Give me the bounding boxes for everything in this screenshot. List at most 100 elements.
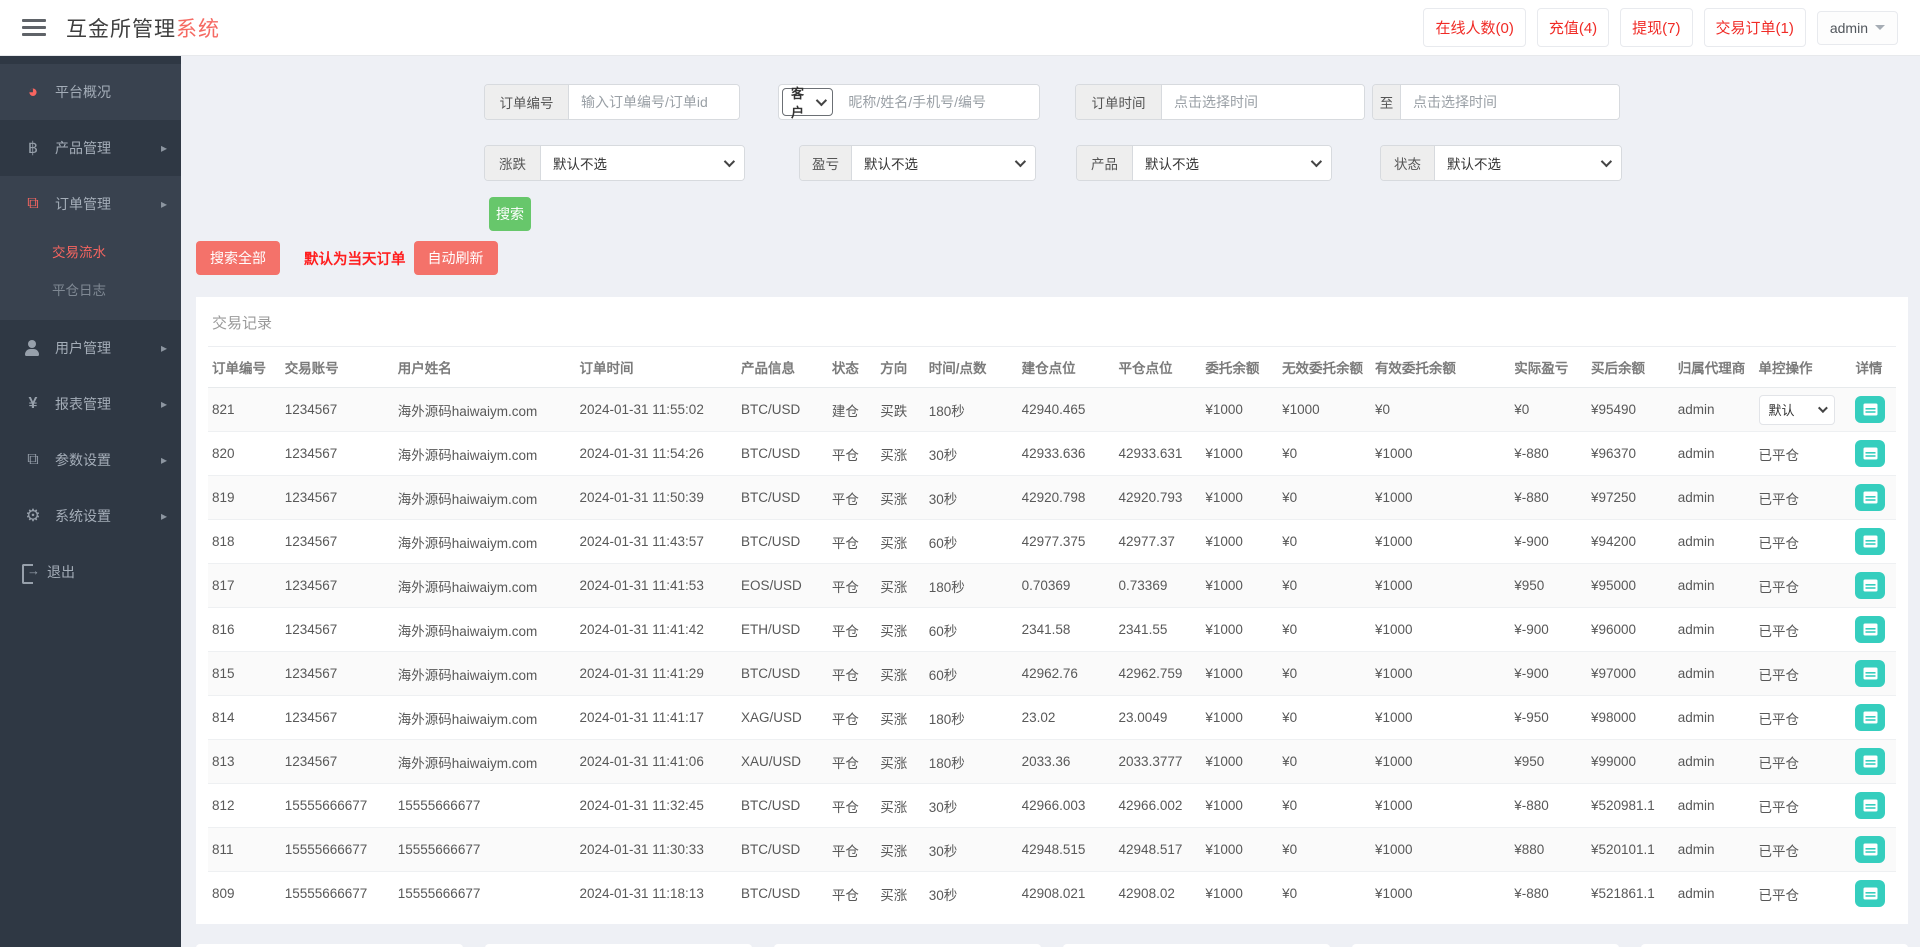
cell-order-control: 已平仓 <box>1754 827 1852 872</box>
cell-agent: admin <box>1673 475 1755 520</box>
status-select[interactable]: 默认不选 <box>1435 146 1621 180</box>
cell-order-id: 819 <box>208 475 281 520</box>
order-no-label: 订单编号 <box>485 85 569 119</box>
cell-close-point: 42933.631 <box>1114 431 1202 476</box>
header-badge[interactable]: 充值(4) <box>1536 8 1610 47</box>
column-header: 产品信息 <box>736 347 828 388</box>
cell-close-point <box>1114 387 1202 432</box>
column-header: 详情 <box>1851 347 1896 388</box>
detail-button[interactable] <box>1855 792 1886 819</box>
sidebar-item-平台概况[interactable]: 平台概况 <box>0 64 181 120</box>
sidebar-item-产品管理[interactable]: 产品管理 ▸ <box>0 120 181 176</box>
cell-invalid-entrust: ¥0 <box>1278 871 1371 916</box>
order-control-select[interactable]: 默认 <box>1758 394 1835 425</box>
auto-refresh-button[interactable]: 自动刷新 <box>413 241 498 275</box>
cell-account: 15555666677 <box>280 783 394 828</box>
cell-duration: 30秒 <box>924 783 1018 828</box>
product-select[interactable]: 默认不选 <box>1133 146 1331 180</box>
sidebar-item-label: 用户管理 <box>55 340 111 356</box>
cell-after-balance: ¥96000 <box>1586 607 1674 652</box>
cell-detail <box>1851 607 1896 652</box>
cell-user-name: 海外源码haiwaiym.com <box>393 563 576 608</box>
detail-button[interactable] <box>1855 704 1886 731</box>
cell-open-point: 23.02 <box>1017 695 1115 740</box>
detail-button[interactable] <box>1855 396 1886 423</box>
column-header: 订单时间 <box>575 347 737 388</box>
cell-entrust-balance: ¥1000 <box>1201 387 1279 432</box>
cell-account: 15555666677 <box>280 827 394 872</box>
cell-entrust-balance: ¥1000 <box>1201 739 1279 784</box>
cell-valid-entrust: ¥1000 <box>1370 651 1511 696</box>
sidebar-item-报表管理[interactable]: 报表管理 ▸ <box>0 376 181 432</box>
sidebar-item-label: 平台概况 <box>55 84 111 100</box>
cell-after-balance: ¥520101.1 <box>1586 827 1674 872</box>
header-badge[interactable]: 在线人数(0) <box>1423 8 1526 47</box>
cell-order-id: 816 <box>208 607 281 652</box>
title-accent: 系统 <box>176 17 220 41</box>
chevron-right-icon: ▸ <box>160 141 167 155</box>
column-header: 归属代理商 <box>1673 347 1755 388</box>
order-no-input[interactable] <box>569 85 739 119</box>
header-badge[interactable]: 提现(7) <box>1620 8 1693 47</box>
time-from-input[interactable] <box>1162 85 1364 119</box>
cell-user-name: 海外源码haiwaiym.com <box>393 475 576 520</box>
cell-close-point: 42962.759 <box>1114 651 1202 696</box>
to-label: 至 <box>1373 85 1401 119</box>
cell-order-id: 815 <box>208 651 281 696</box>
menu-toggle-icon[interactable] <box>22 19 46 36</box>
customer-input[interactable] <box>836 85 1039 119</box>
cell-product: BTC/USD <box>736 871 828 916</box>
product-label: 产品 <box>1077 146 1133 180</box>
header-badge[interactable]: 交易订单(1) <box>1703 8 1806 47</box>
detail-button[interactable] <box>1855 748 1886 775</box>
cell-direction: 买涨 <box>876 563 925 608</box>
sidebar-item-用户管理[interactable]: 用户管理 ▸ <box>0 320 181 376</box>
file-icon <box>20 451 46 469</box>
cell-product: EOS/USD <box>736 563 828 608</box>
cell-direction: 买涨 <box>876 475 925 520</box>
cell-valid-entrust: ¥1000 <box>1370 563 1511 608</box>
user-dropdown[interactable]: admin <box>1816 10 1898 45</box>
sidebar-item-订单管理[interactable]: 订单管理 ▸ <box>0 176 181 232</box>
cell-order-time: 2024-01-31 11:54:26 <box>575 431 737 476</box>
cell-agent: admin <box>1673 607 1755 652</box>
cell-detail <box>1851 871 1896 916</box>
cell-order-id: 809 <box>208 871 281 916</box>
chevron-right-icon: ▸ <box>160 453 167 467</box>
cell-account: 1234567 <box>280 431 394 476</box>
column-header: 用户姓名 <box>393 347 576 388</box>
cell-entrust-balance: ¥1000 <box>1201 475 1279 520</box>
detail-button[interactable] <box>1855 484 1886 511</box>
cell-status: 平仓 <box>827 475 877 520</box>
updown-select[interactable]: 默认不选 <box>541 146 744 180</box>
customer-type-select[interactable]: 客户 <box>782 86 834 119</box>
detail-button[interactable] <box>1855 836 1886 863</box>
sidebar-subitem-交易流水[interactable]: 交易流水 <box>0 234 181 272</box>
cell-user-name: 海外源码haiwaiym.com <box>393 739 576 784</box>
sidebar-item-系统设置[interactable]: 系统设置 ▸ <box>0 488 181 544</box>
search-button[interactable]: 搜索 <box>489 197 531 231</box>
cell-open-point: 42977.375 <box>1017 519 1115 564</box>
profit-select[interactable]: 默认不选 <box>852 146 1035 180</box>
sidebar-item-退出[interactable]: 退出 <box>0 544 181 600</box>
cell-agent: admin <box>1673 431 1755 476</box>
page-title: 互金所管理系统 <box>66 13 220 43</box>
cell-close-point: 42966.002 <box>1114 783 1202 828</box>
time-to-input[interactable] <box>1401 85 1619 119</box>
sidebar-item-参数设置[interactable]: 参数设置 ▸ <box>0 432 181 488</box>
detail-button[interactable] <box>1855 880 1886 908</box>
detail-button[interactable] <box>1855 528 1886 555</box>
detail-button[interactable] <box>1855 572 1886 599</box>
column-header: 建仓点位 <box>1017 347 1115 388</box>
detail-button[interactable] <box>1855 440 1886 467</box>
cell-order-time: 2024-01-31 11:41:06 <box>575 739 737 784</box>
cell-entrust-balance: ¥1000 <box>1201 783 1279 828</box>
detail-button[interactable] <box>1855 660 1886 687</box>
detail-button[interactable] <box>1855 616 1886 643</box>
column-header: 买后余额 <box>1586 347 1674 388</box>
sidebar-subitem-平仓日志[interactable]: 平仓日志 <box>0 272 181 310</box>
table-row: 809 15555666677 15555666677 2024-01-31 11:1… <box>208 871 1896 916</box>
search-all-button[interactable]: 搜索全部 <box>196 241 280 275</box>
cell-duration: 30秒 <box>924 827 1018 872</box>
cell-user-name: 海外源码haiwaiym.com <box>393 695 576 740</box>
